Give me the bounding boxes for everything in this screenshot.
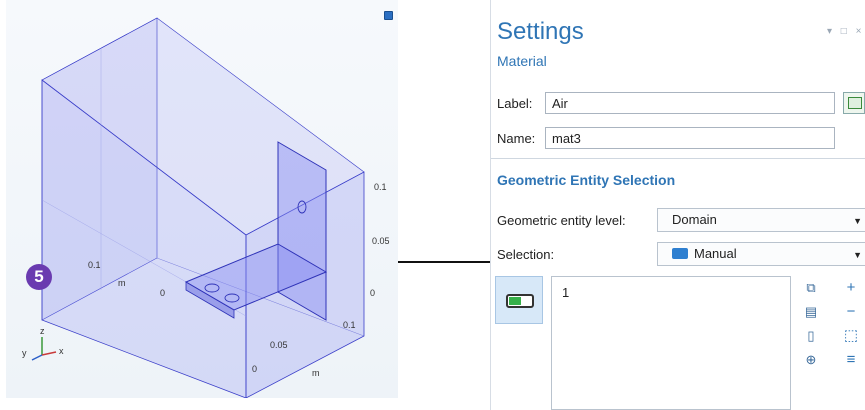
triad-y-label: y <box>22 348 27 358</box>
zoom-to-selection-icon[interactable]: ⊕ <box>803 352 819 368</box>
z-tick-label: 0.05 <box>372 236 390 246</box>
y-tick-label: 0.1 <box>88 260 101 270</box>
selection-select[interactable]: Manual ▼ <box>657 242 865 266</box>
camera-icon[interactable] <box>384 11 393 20</box>
x-axis-unit: m <box>312 368 320 378</box>
list-item[interactable]: 1 <box>562 285 569 300</box>
name-input[interactable] <box>545 127 835 149</box>
show-icon[interactable]: ≡ <box>843 352 859 368</box>
z-tick-label: 0 <box>370 288 375 298</box>
selection-value: Manual <box>694 246 737 261</box>
manual-selection-icon <box>672 248 688 259</box>
x-tick-label: 0.1 <box>343 320 356 330</box>
select-in-graphics-icon[interactable]: ⬚ <box>843 328 859 344</box>
section-heading[interactable]: Geometric Entity Selection <box>497 172 675 188</box>
selection-list[interactable]: 1 <box>551 276 791 410</box>
remove-icon[interactable]: − <box>843 304 859 320</box>
copy-selection-icon[interactable]: ▤ <box>803 304 819 320</box>
add-icon[interactable]: + <box>843 280 859 296</box>
callout-line <box>398 261 495 263</box>
step-badge: 5 <box>26 264 52 290</box>
paste-selection-icon[interactable]: ⧉ <box>803 280 819 296</box>
axis-triad: z x y <box>22 326 64 361</box>
label-input[interactable] <box>545 92 835 114</box>
window-controls[interactable]: ▾ □ × <box>827 26 864 37</box>
entity-level-label: Geometric entity level: <box>497 213 626 228</box>
clear-selection-icon[interactable]: ▯ <box>803 328 819 344</box>
selection-label: Selection: <box>497 247 555 262</box>
name-field-label: Name: <box>497 131 536 146</box>
triad-x-label: x <box>59 346 64 356</box>
graphics-window[interactable]: 0.1 m 0 0.05 0.1 0 m 0.1 0.05 0 z x y 5 <box>6 0 398 398</box>
bracket-vertical-plate <box>277 141 327 321</box>
z-tick-label: 0.1 <box>374 182 387 192</box>
comment-icon[interactable] <box>843 92 865 114</box>
triad-z-label: z <box>40 326 45 336</box>
entity-level-value: Domain <box>672 212 717 227</box>
active-toggle-button[interactable] <box>495 276 543 324</box>
page-subtitle: Material <box>497 53 547 69</box>
entity-level-select[interactable]: Domain ▼ <box>657 208 865 232</box>
geometry-canvas[interactable]: 0.1 m 0 0.05 0.1 0 m 0.1 0.05 0 z x y <box>6 0 398 398</box>
y-axis-unit: m <box>118 278 126 288</box>
y-tick-label: 0 <box>160 288 165 298</box>
section-divider <box>491 158 865 159</box>
chevron-down-icon: ▼ <box>853 216 862 226</box>
x-tick-label: 0 <box>252 364 257 374</box>
settings-panel: Settings Material ▾ □ × Label: Name: Geo… <box>490 0 865 410</box>
chevron-down-icon: ▼ <box>853 250 862 260</box>
x-tick-label: 0.05 <box>270 340 288 350</box>
label-field-label: Label: <box>497 96 533 111</box>
page-title: Settings <box>497 18 584 45</box>
